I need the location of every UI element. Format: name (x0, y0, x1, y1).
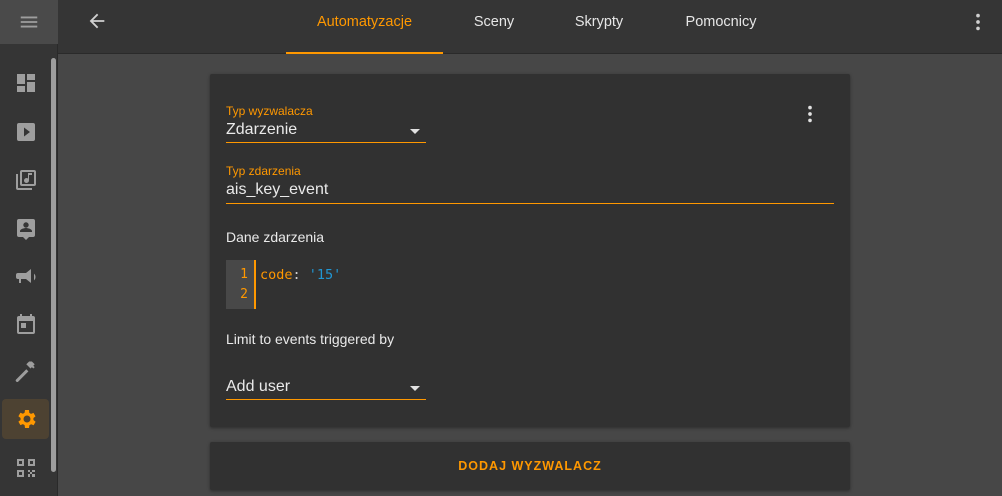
back-button[interactable] (84, 8, 110, 34)
hamburger-icon (20, 16, 38, 28)
line-number: 2 (240, 287, 248, 302)
tab-scripts[interactable]: Skrypty (554, 0, 644, 54)
trigger-type-dropdown[interactable]: Zdarzenie (226, 109, 426, 143)
code-value: '15' (308, 267, 342, 283)
add-trigger-button[interactable]: DODAJ WYZWALACZ (210, 442, 850, 490)
sidebar-item-qr[interactable] (2, 448, 49, 488)
gear-icon (17, 410, 36, 428)
event-data-label: Dane zdarzenia (226, 229, 325, 245)
calendar-icon (16, 314, 35, 334)
overflow-menu-button[interactable] (966, 10, 990, 34)
code-key: code (260, 267, 293, 283)
tab-helpers[interactable]: Pomocnicy (671, 0, 771, 54)
code-separator: : (292, 267, 309, 283)
hammer-icon (15, 361, 35, 382)
sidebar-item-library[interactable] (2, 160, 49, 200)
caret-down-icon (410, 386, 420, 391)
user-select-dropdown[interactable]: Add user (226, 366, 426, 400)
tab-scenes[interactable]: Sceny (453, 0, 535, 54)
media-library-icon (15, 170, 36, 190)
play-icon (16, 123, 35, 141)
event-type-value: ais_key_event (226, 181, 329, 198)
trigger-type-value: Zdarzenie (226, 121, 298, 138)
sidebar-item-media[interactable] (2, 112, 49, 152)
add-trigger-label: DODAJ WYZWALACZ (458, 459, 602, 473)
sidebar-item-contacts[interactable] (2, 208, 49, 248)
megaphone-icon (15, 269, 36, 283)
contact-icon (16, 219, 35, 240)
line-number: 1 (240, 267, 248, 282)
qrcode-icon (16, 459, 35, 477)
event-type-input[interactable]: ais_key_event (226, 168, 834, 204)
arrow-left-icon (89, 13, 105, 29)
top-app-bar: Automatyzacje Sceny Skrypty Pomocnicy (58, 0, 1002, 54)
tab-automations[interactable]: Automatyzacje (286, 0, 443, 54)
code-line: code: '15' (260, 267, 341, 283)
menu-button[interactable] (0, 0, 58, 44)
sidebar-item-notifications[interactable] (2, 257, 49, 297)
sidebar-item-calendar[interactable] (2, 304, 49, 344)
dashboard-icon (16, 74, 35, 92)
sidebar-item-developer-tools[interactable] (2, 352, 49, 392)
event-data-code-editor[interactable]: 1 2 code: '15' (226, 260, 426, 309)
line-number-gutter: 1 2 (226, 260, 256, 309)
more-vertical-icon (976, 13, 980, 31)
trigger-menu-button[interactable] (798, 102, 822, 126)
sidebar-scrollbar[interactable] (51, 58, 56, 472)
trigger-card: Typ wyzwalacza Zdarzenie Typ zdarzenia a… (210, 74, 850, 427)
sidebar (0, 0, 58, 496)
sidebar-item-settings[interactable] (2, 399, 49, 439)
user-select-value: Add user (226, 378, 291, 395)
limit-label: Limit to events triggered by (226, 331, 395, 347)
caret-down-icon (410, 129, 420, 134)
more-vertical-icon (808, 105, 812, 123)
sidebar-item-overview[interactable] (2, 63, 49, 103)
